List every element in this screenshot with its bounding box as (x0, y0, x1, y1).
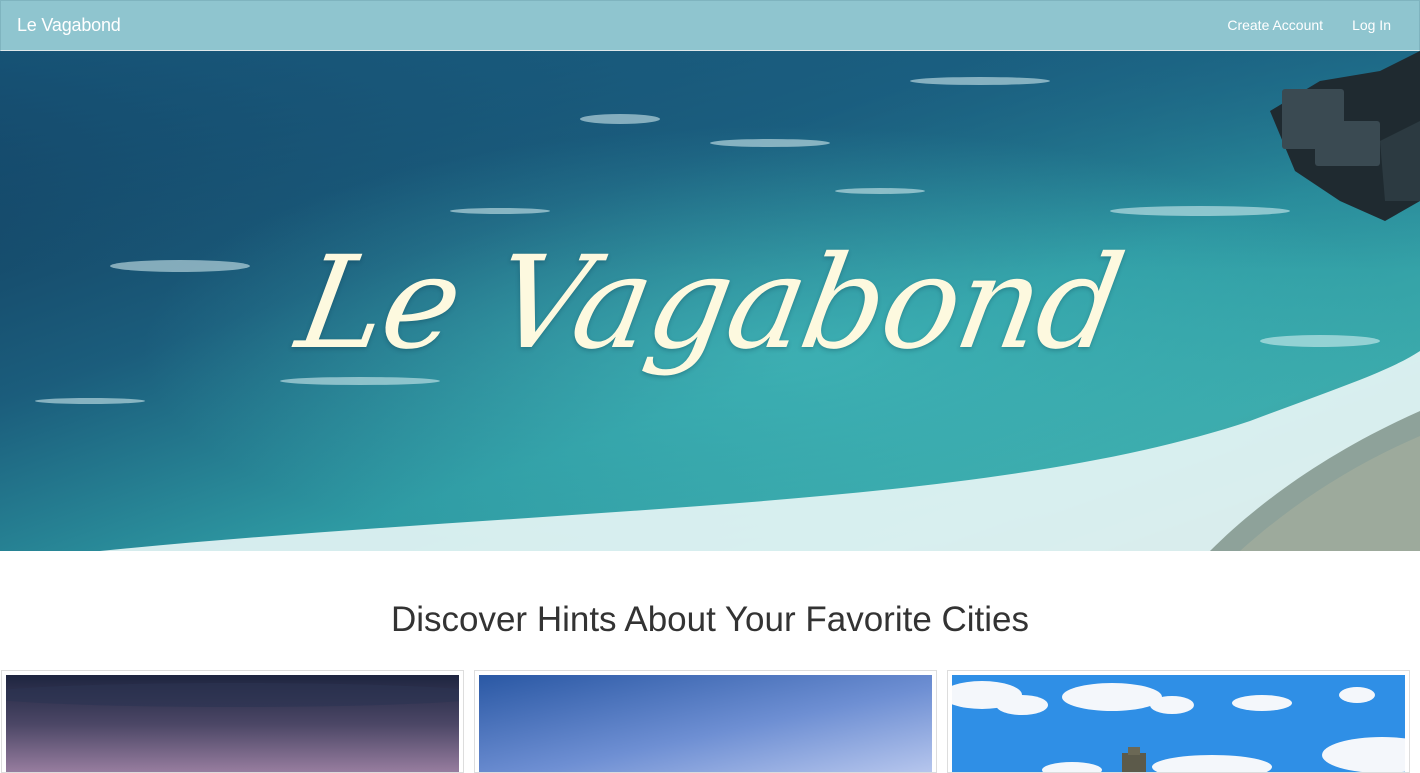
section-heading: Discover Hints About Your Favorite Citie… (390, 600, 1030, 639)
castle-clouds-photo (952, 675, 1405, 772)
hero-banner: Le Vagabond (0, 51, 1420, 551)
city-cards (1, 670, 1420, 773)
city-card[interactable] (947, 670, 1410, 773)
hero-title: Le Vagabond (287, 229, 1133, 378)
city-dusk-photo (6, 675, 459, 772)
city-card[interactable] (1, 670, 464, 773)
blue-sky-photo (479, 675, 932, 772)
city-card[interactable] (474, 670, 937, 773)
navbar: Le Vagabond Create Account Log In (0, 0, 1420, 51)
nav-links: Create Account Log In (1227, 17, 1391, 33)
brand-link[interactable]: Le Vagabond (17, 15, 121, 36)
log-in-link[interactable]: Log In (1352, 17, 1391, 33)
create-account-link[interactable]: Create Account (1227, 17, 1323, 33)
